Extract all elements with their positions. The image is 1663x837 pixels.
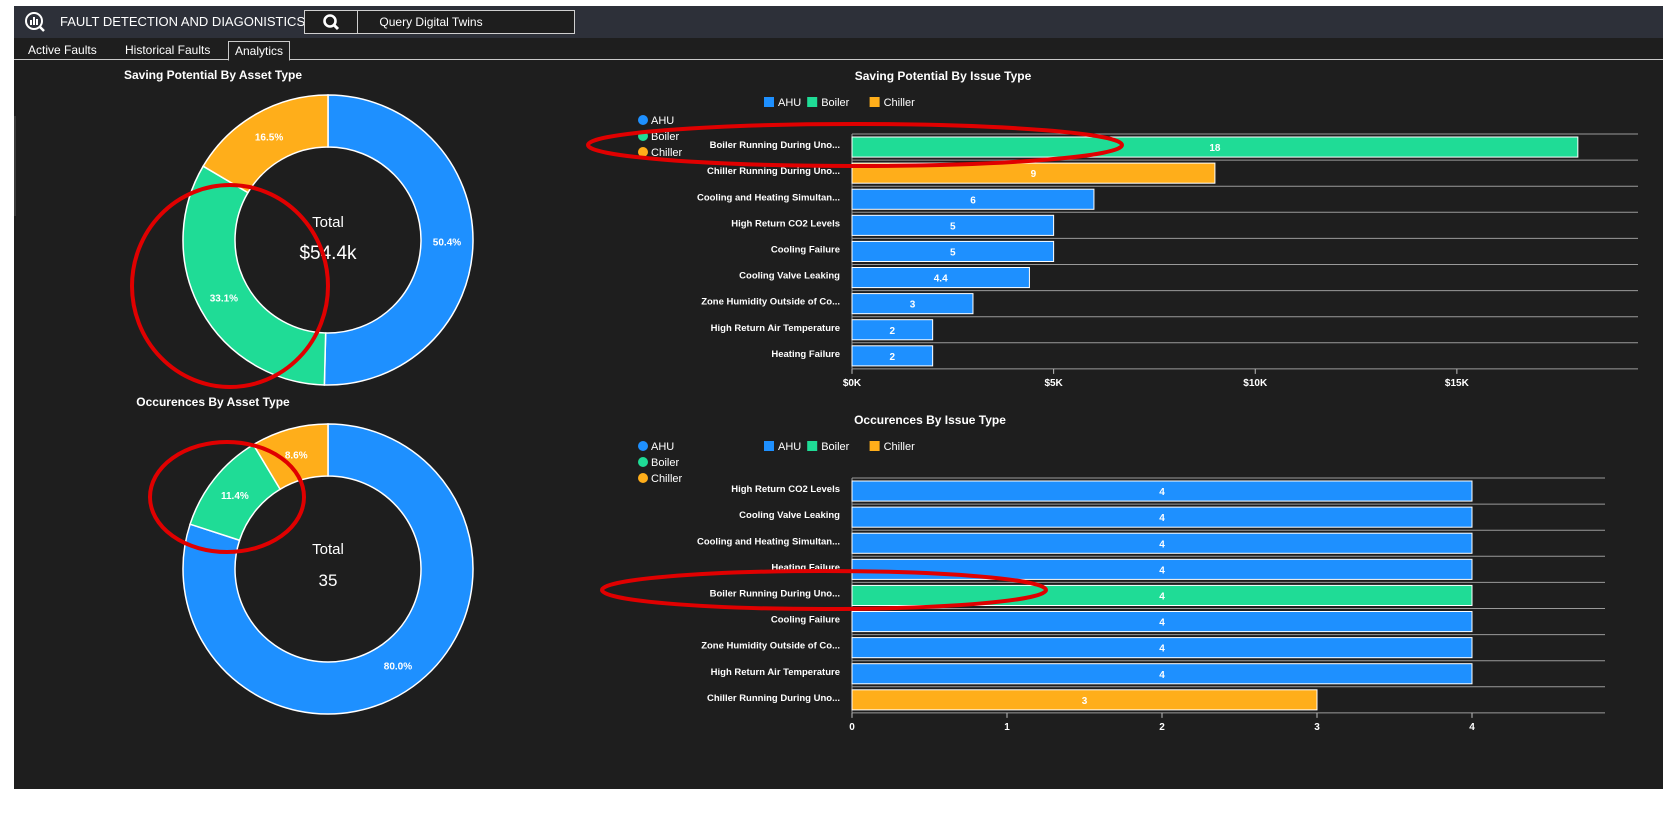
chart-legend: AHU Boiler Chiller: [764, 441, 915, 453]
tab-historical-faults[interactable]: Historical Faults: [119, 41, 216, 61]
slice-label: 11.4%: [221, 491, 249, 502]
bar-value-label: 4: [1159, 487, 1165, 498]
donut-center-label: Total: [312, 214, 344, 231]
x-tick-label: 0: [849, 722, 855, 733]
side-legend-dot-ahu: [638, 115, 648, 125]
search-icon: [323, 14, 340, 31]
bar-value-label: 5: [950, 221, 956, 232]
search-button[interactable]: [304, 10, 358, 34]
side-legend-dot-chiller: [638, 473, 648, 483]
slice-label: 16.5%: [255, 133, 283, 144]
category-label: Zone Humidity Outside of Co...: [701, 297, 840, 308]
legend-label[interactable]: AHU: [778, 97, 801, 109]
x-tick-label: $15K: [1445, 378, 1470, 389]
slice-label: 50.4%: [433, 237, 461, 248]
chart-title: Occurences By Asset Type: [136, 395, 290, 409]
donut-center-value: $54.4k: [299, 243, 357, 264]
donut-chart-saving-by-asset: Saving Potential By Asset Type 50.4% 33.1…: [124, 68, 474, 386]
x-tick-label: 1: [1004, 722, 1010, 733]
chart-legend: AHU Boiler Chiller: [764, 97, 915, 109]
category-label: High Return CO2 Levels: [731, 218, 840, 229]
slice-label: 80.0%: [384, 661, 412, 672]
bar-chart-saving-by-issue: Saving Potential By Issue Type AHU Boiler…: [638, 69, 1638, 389]
chart-title: Occurences By Issue Type: [854, 413, 1006, 427]
query-digital-twins-button[interactable]: Query Digital Twins: [357, 10, 575, 34]
chart-title: Saving Potential By Issue Type: [855, 69, 1032, 83]
bar-value-label: 4: [1159, 539, 1165, 550]
legend-label[interactable]: Boiler: [821, 441, 849, 453]
top-bar: FAULT DETECTION AND DIAGONISTICS Query D…: [14, 6, 1663, 38]
category-label: High Return Air Temperature: [711, 667, 840, 678]
legend-swatch-boiler: [807, 441, 818, 451]
bar-value-label: 4: [1159, 618, 1165, 629]
donut-center-value: 35: [319, 571, 338, 590]
donut-chart-occurences-by-asset: Occurences By Asset Type 80.0%11.4%8.6% …: [136, 395, 474, 715]
category-label: Cooling Failure: [771, 244, 840, 255]
side-legend: AHUBoilerChiller: [638, 115, 683, 159]
tab-active-faults[interactable]: Active Faults: [22, 41, 103, 61]
legend-swatch-chiller: [869, 97, 880, 107]
category-label: Boiler Running During Uno...: [710, 588, 840, 599]
tab-bar: Active Faults Historical Faults Analytic…: [14, 38, 1663, 61]
chart-title: Saving Potential By Asset Type: [124, 68, 302, 82]
side-legend-dot-ahu: [638, 441, 648, 451]
side-legend-label[interactable]: Boiler: [651, 457, 679, 469]
legend-label[interactable]: AHU: [778, 441, 801, 453]
donut-center-label: Total: [312, 541, 344, 558]
side-legend-label[interactable]: Chiller: [651, 473, 683, 485]
bar-value-label: 3: [1082, 696, 1088, 707]
side-legend-dot-boiler: [638, 457, 648, 467]
bar-value-label: 2: [890, 326, 896, 337]
category-label: Chiller Running During Uno...: [707, 693, 840, 704]
side-legend: AHU Boiler Chiller: [638, 441, 683, 485]
category-label: Cooling Valve Leaking: [739, 271, 840, 282]
category-label: Heating Failure: [771, 349, 840, 360]
side-legend-label[interactable]: AHU: [651, 441, 674, 453]
category-label: Cooling Valve Leaking: [739, 510, 840, 521]
category-label: Boiler Running During Uno...: [710, 140, 840, 151]
legend-swatch-ahu: [764, 97, 774, 107]
x-tick-label: $5K: [1044, 378, 1063, 389]
category-label: Cooling and Heating Simultan...: [697, 192, 840, 203]
bar-value-label: 4: [1159, 644, 1165, 655]
bar-value-label: 4: [1159, 513, 1165, 524]
donut-slice-chiller[interactable]: [202, 94, 329, 194]
category-label: Cooling Failure: [771, 615, 840, 626]
bar-value-label: 4.4: [934, 274, 948, 285]
category-label: High Return CO2 Levels: [731, 484, 840, 495]
bar-value-label: 4: [1159, 670, 1165, 681]
category-label: High Return Air Temperature: [711, 323, 840, 334]
x-tick-label: $0K: [843, 378, 862, 389]
bar-value-label: 2: [890, 352, 896, 363]
legend-label[interactable]: Chiller: [884, 441, 916, 453]
x-tick-label: 3: [1314, 722, 1320, 733]
analytics-charts: Saving Potential By Asset Type 50.4% 33.1…: [124, 68, 1638, 733]
analytics-magnifier-icon[interactable]: [24, 11, 46, 33]
legend-swatch-boiler: [807, 97, 818, 107]
bar-value-label: 5: [950, 247, 956, 258]
bar-value-label: 6: [970, 195, 976, 206]
tab-analytics[interactable]: Analytics: [228, 41, 291, 61]
legend-label[interactable]: Chiller: [884, 97, 916, 109]
x-tick-label: $10K: [1243, 378, 1268, 389]
bar-value-label: 4: [1159, 565, 1165, 576]
legend-label[interactable]: Boiler: [821, 97, 849, 109]
legend-swatch-ahu: [764, 441, 774, 451]
bar-value-label: 9: [1031, 169, 1037, 180]
side-legend-label[interactable]: AHU: [651, 115, 674, 127]
x-tick-label: 4: [1469, 722, 1475, 733]
bar-value-label: 4: [1159, 591, 1165, 602]
slice-label: 33.1%: [210, 294, 238, 305]
fdd-app-window: FAULT DETECTION AND DIAGONISTICS Query D…: [14, 6, 1663, 789]
app-title: FAULT DETECTION AND DIAGONISTICS: [60, 14, 306, 29]
bar-value-label: 3: [910, 300, 916, 311]
category-label: Zone Humidity Outside of Co...: [701, 641, 840, 652]
category-label: Cooling and Heating Simultan...: [697, 536, 840, 547]
slice-label: 8.6%: [285, 450, 308, 461]
bar-value-label: 18: [1209, 143, 1221, 154]
x-tick-label: 2: [1159, 722, 1165, 733]
legend-swatch-chiller: [869, 441, 880, 451]
